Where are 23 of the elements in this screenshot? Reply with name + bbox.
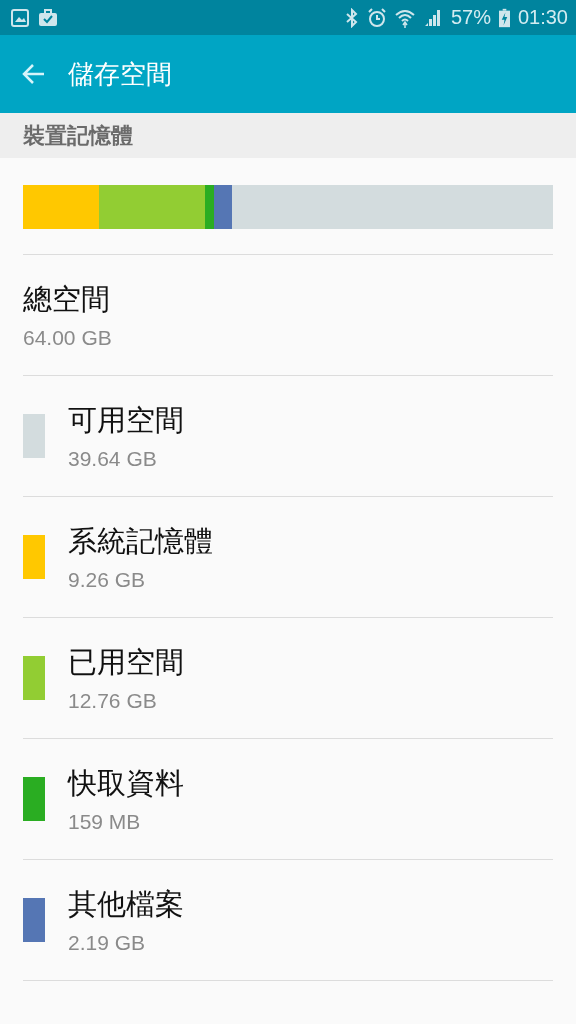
- item-size: 64.00 GB: [23, 326, 112, 350]
- item-size: 12.76 GB: [68, 689, 158, 713]
- item-label: 其他檔案: [68, 886, 184, 923]
- bluetooth-icon: [344, 7, 359, 28]
- battery-charging-icon: [498, 7, 510, 28]
- wifi-icon: [394, 7, 415, 28]
- gallery-icon: [10, 7, 30, 28]
- section-header: 裝置記憶體: [23, 121, 133, 150]
- item-size: 39.64 GB: [68, 447, 158, 471]
- item-label: 系統記憶體: [68, 523, 213, 560]
- item-label: 總空間: [23, 281, 111, 318]
- item-size: 2.19 GB: [68, 931, 147, 955]
- alarm-icon: [366, 7, 387, 28]
- clock-time: 01:30: [517, 6, 568, 29]
- item-label: 快取資料: [68, 765, 184, 802]
- item-label: 已用空間: [68, 644, 184, 681]
- back-arrow-icon[interactable]: [22, 62, 46, 86]
- briefcase-check-icon: [38, 7, 58, 28]
- battery-percent: 57%: [450, 6, 491, 29]
- screen-title: 儲存空間: [68, 57, 172, 91]
- item-size: 159 MB: [68, 810, 142, 834]
- item-label: 可用空間: [68, 402, 184, 439]
- item-size: 9.26 GB: [68, 568, 147, 592]
